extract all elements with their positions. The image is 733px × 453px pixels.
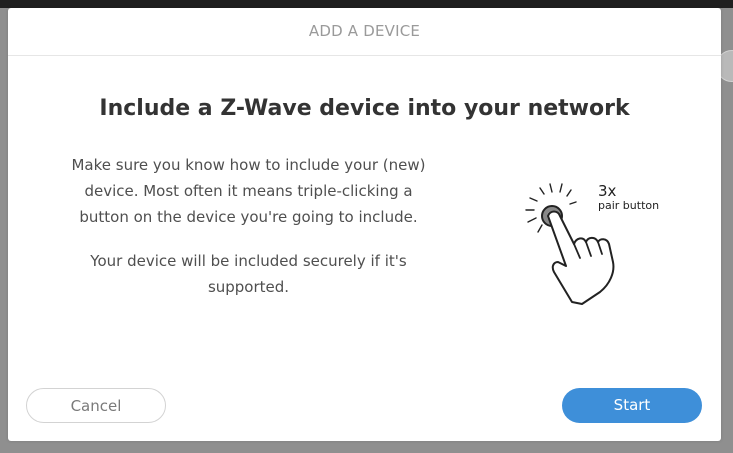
add-device-dialog: ADD A DEVICE Include a Z-Wave device int… bbox=[8, 8, 721, 441]
dialog-headline: Include a Z-Wave device into your networ… bbox=[99, 96, 630, 121]
pair-button-caption: pair button bbox=[598, 199, 659, 212]
instructions: Make sure you know how to include your (… bbox=[71, 152, 426, 318]
hand-press-button-icon: 3x pair button bbox=[525, 182, 659, 305]
instruction-paragraph: Make sure you know how to include your (… bbox=[71, 156, 426, 226]
press-count-label: 3x bbox=[598, 182, 617, 200]
pair-button-illustration: 3x pair button bbox=[516, 176, 666, 306]
cancel-button[interactable]: Cancel bbox=[26, 388, 166, 423]
dialog-title: ADD A DEVICE bbox=[8, 8, 721, 56]
start-button[interactable]: Start bbox=[562, 388, 702, 423]
instruction-paragraph: Your device will be included securely if… bbox=[90, 252, 407, 296]
backdrop-top-strip bbox=[0, 0, 733, 8]
